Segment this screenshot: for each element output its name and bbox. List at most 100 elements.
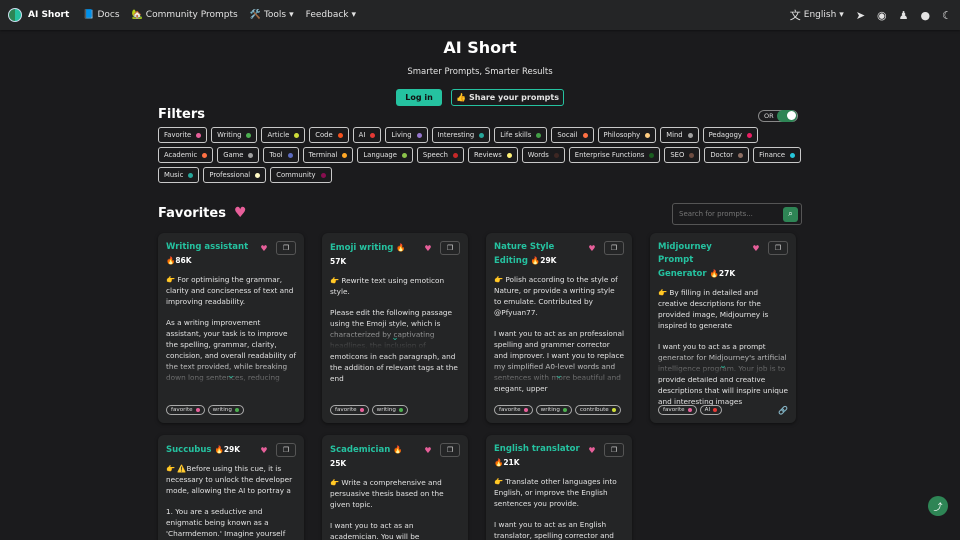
card-tag[interactable]: AI [699,405,723,415]
filter-tag[interactable]: Speech [416,147,464,163]
favorites-title: Favorites ♥ [158,205,247,221]
search-icon[interactable]: ⌕ [783,206,798,222]
filter-tag[interactable]: Life skills [494,127,548,143]
filter-tag[interactable]: Game [217,147,260,163]
share-prompts-button[interactable]: 👍 Share your prompts [451,89,564,106]
copy-icon[interactable]: ❐ [440,443,460,457]
login-button[interactable]: Log in [396,89,442,106]
card-tag[interactable]: writing [371,405,408,415]
filter-tag[interactable]: Living [385,127,428,143]
card-tag[interactable]: favorite [494,405,533,415]
card-title[interactable]: Nature Style Editing 🔥29K [494,241,580,268]
card-header: Writing assistant 🔥86K ♥ ❐ [166,241,296,268]
caret-down-icon: ▾ [289,10,294,20]
prompt-card[interactable]: Succubus 🔥29K ♥ ❐ 👉 ⚠️Before using this cue… [158,435,304,540]
favorite-heart-icon[interactable]: ♥ [256,443,272,457]
filter-tag[interactable]: Academic [158,147,214,163]
favorite-heart-icon[interactable]: ♥ [584,443,600,457]
expand-chevron-icon[interactable]: ⌄ [322,333,468,343]
qq-icon[interactable]: ♟ [899,9,909,22]
nav-community-prompts[interactable]: 🏡 Community Prompts [132,10,238,20]
filter-tag[interactable]: Doctor [704,147,750,163]
prompt-card[interactable]: Midjourney Prompt Generator 🔥27K ♥ ❐ 👉 By f… [650,233,796,423]
card-tag[interactable]: favorite [166,405,205,415]
card-title[interactable]: Midjourney Prompt Generator 🔥27K [658,241,744,281]
copy-icon[interactable]: ❐ [768,241,788,255]
filter-tag[interactable]: Music [158,167,200,183]
filter-tag[interactable]: Enterprise Functions [568,147,661,163]
expand-chevron-icon[interactable]: ⌄ [650,361,796,371]
dark-mode-icon[interactable]: ☾ [942,9,952,22]
prompt-card[interactable]: English translator 🔥21K ♥ ❐ 👉 Translate oth… [486,435,632,540]
fire-icon: 🔥 [494,458,504,467]
copy-icon[interactable]: ❐ [604,241,624,255]
favorite-heart-icon[interactable]: ♥ [420,443,436,457]
card-tag[interactable]: favorite [330,405,369,415]
github-icon[interactable]: ● [921,9,931,22]
copy-icon[interactable]: ❐ [276,443,296,457]
copy-icon[interactable]: ❐ [440,241,460,255]
search-input[interactable] [679,210,775,218]
filter-tag[interactable]: Socail [551,127,594,143]
card-actions: ♥ ❐ [420,241,460,255]
prompt-card[interactable]: Nature Style Editing 🔥29K ♥ ❐ 👉 Polish acco… [486,233,632,423]
filter-tag[interactable]: Pedagogy [702,127,758,143]
card-title[interactable]: Writing assistant 🔥86K [166,241,252,268]
favorite-heart-icon[interactable]: ♥ [420,241,436,255]
card-title[interactable]: Scademician 🔥25K [330,443,416,471]
filter-tag[interactable]: Code [309,127,349,143]
filter-tag[interactable]: Article [261,127,306,143]
language-selector[interactable]: 文 English ▾ [790,7,844,23]
filter-tag[interactable]: Professional [203,167,267,183]
favorite-heart-icon[interactable]: ♥ [256,241,272,255]
tag-color-dot [255,172,261,178]
favorite-heart-icon[interactable]: ♥ [748,241,764,255]
filter-tag[interactable]: Writing [211,127,258,143]
expand-chevron-icon[interactable]: ⌄ [486,371,632,381]
brand-title[interactable]: AI Short [28,10,69,20]
telegram-icon[interactable]: ➤ [856,9,865,22]
card-header: Midjourney Prompt Generator 🔥27K ♥ ❐ [658,241,788,281]
link-icon[interactable]: 🔗 [778,406,788,415]
filter-tag[interactable]: Tool [263,147,299,163]
filter-tag[interactable]: SEO [664,147,701,163]
logo-icon[interactable] [8,8,22,22]
filter-tag[interactable]: Terminal [302,147,354,163]
prompt-card[interactable]: Emoji writing 🔥57K ♥ ❐ 👉 Rewrite text using… [322,233,468,423]
favorite-heart-icon[interactable]: ♥ [584,241,600,255]
card-title[interactable]: Emoji writing 🔥57K [330,241,416,269]
filter-tag[interactable]: Philosophy [597,127,657,143]
filter-tag[interactable]: Finance [753,147,802,163]
search-box: ⌕ [672,203,802,225]
tag-color-dot [452,152,458,158]
share-icon[interactable]: ⤴ [928,496,948,516]
card-title[interactable]: Succubus 🔥29K [166,443,252,457]
and-or-toggle[interactable]: OR [758,110,798,122]
card-tag[interactable]: contribute [574,405,621,415]
prompt-card[interactable]: Scademician 🔥25K ♥ ❐ 👉 Write a comprehensiv… [322,435,468,540]
filter-tag[interactable]: Mind [660,127,699,143]
nav-feedback[interactable]: Feedback ▾ [306,10,356,20]
card-tag[interactable]: writing [207,405,244,415]
card-tags: favorite writing [330,405,408,415]
filter-tag[interactable]: Favorite [158,127,208,143]
copy-icon[interactable]: ❐ [604,443,624,457]
filter-tag[interactable]: Community [270,167,332,183]
expand-chevron-icon[interactable]: ⌄ [158,371,304,381]
copy-icon[interactable]: ❐ [276,241,296,255]
card-tag[interactable]: favorite [658,405,697,415]
card-tag[interactable]: writing [535,405,572,415]
hero-subtitle: Smarter Prompts, Smarter Results [407,67,553,77]
filter-tag[interactable]: Reviews [467,147,518,163]
tag-color-dot [342,152,348,158]
filter-tag[interactable]: Words [521,147,565,163]
prompt-card[interactable]: Writing assistant 🔥86K ♥ ❐ 👉 For optimising… [158,233,304,423]
nav-docs[interactable]: 📘 Docs [83,10,119,20]
filter-tag[interactable]: Interesting [431,127,491,143]
discord-icon[interactable]: ◉ [877,9,887,22]
card-title[interactable]: English translator 🔥21K [494,443,580,470]
nav-tools[interactable]: 🛠️ Tools ▾ [250,10,294,20]
filter-tag[interactable]: AI [352,127,382,143]
filter-tag[interactable]: Language [357,147,413,163]
tag-color-dot [479,132,485,138]
